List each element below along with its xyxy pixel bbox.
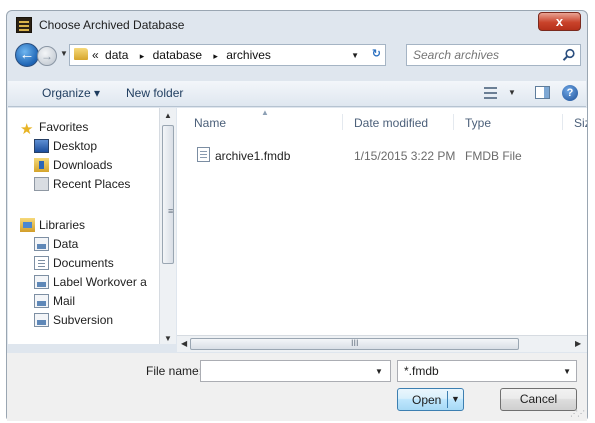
nav-item-documents[interactable]: Documents bbox=[34, 256, 114, 274]
organize-button[interactable]: Organize ▾ bbox=[42, 86, 100, 100]
file-date: 1/15/2015 3:22 PM bbox=[354, 149, 456, 163]
downloads-icon bbox=[34, 158, 49, 172]
breadcrumb-separator-icon[interactable]: ▸ bbox=[213, 51, 218, 61]
file-icon bbox=[197, 147, 210, 162]
views-icon[interactable] bbox=[484, 87, 504, 99]
dialog-footer: File name: ▼ *.fmdb ▼ Open ▼ Cancel ⋰⋰ bbox=[7, 353, 587, 421]
file-type: FMDB File bbox=[465, 149, 522, 163]
nav-item-downloads[interactable]: Downloads bbox=[34, 158, 112, 176]
navigation-pane: ★ Favorites Desktop Downloads Recent Plac… bbox=[8, 108, 176, 344]
breadcrumb-data[interactable]: data bbox=[105, 48, 128, 62]
desktop-icon bbox=[34, 139, 49, 153]
nav-item-recent-places[interactable]: Recent Places bbox=[34, 177, 130, 195]
nav-libraries[interactable]: Libraries bbox=[20, 218, 85, 236]
scroll-left-icon[interactable]: ◀ bbox=[181, 339, 187, 348]
recent-places-icon bbox=[34, 177, 49, 191]
column-header-name[interactable]: Name bbox=[194, 116, 226, 130]
folder-icon bbox=[74, 48, 88, 60]
file-type-filter[interactable]: *.fmdb ▼ bbox=[397, 360, 577, 382]
column-header-type[interactable]: Type bbox=[465, 116, 491, 130]
title-bar[interactable]: Choose Archived Database x bbox=[7, 11, 587, 39]
column-divider[interactable] bbox=[562, 114, 563, 130]
open-button-label: Open bbox=[412, 393, 442, 407]
file-name-dropdown-icon[interactable]: ▼ bbox=[375, 367, 383, 376]
open-options-icon[interactable]: ▼ bbox=[451, 394, 460, 404]
file-name-label: File name: bbox=[146, 364, 203, 378]
dialog-window: Choose Archived Database x ← → ▼ « data … bbox=[6, 10, 588, 421]
command-toolbar: Organize ▾ New folder ▼ ? bbox=[8, 81, 586, 107]
arrow-right-icon: → bbox=[41, 49, 53, 63]
file-horizontal-scrollbar[interactable]: ◀ III ▶ bbox=[177, 335, 587, 352]
address-dropdown-icon[interactable]: ▼ bbox=[351, 51, 359, 60]
nav-item-subversion[interactable]: Subversion bbox=[34, 313, 113, 331]
library-icon bbox=[34, 313, 49, 327]
address-bar-row: ← → ▼ « data ▸ database ▸ archives ▼ ↻ bbox=[13, 42, 583, 70]
nav-favorites[interactable]: ★ Favorites bbox=[20, 120, 88, 138]
preview-pane-icon[interactable] bbox=[535, 86, 550, 99]
star-icon: ★ bbox=[20, 121, 34, 138]
new-folder-button[interactable]: New folder bbox=[126, 86, 183, 100]
split-divider bbox=[447, 391, 448, 408]
arrow-left-icon: ← bbox=[19, 46, 35, 63]
column-divider[interactable] bbox=[453, 114, 454, 130]
scroll-right-icon[interactable]: ▶ bbox=[575, 339, 581, 348]
app-icon bbox=[16, 17, 32, 33]
breadcrumb-separator-icon[interactable]: ▸ bbox=[140, 51, 145, 61]
nav-vertical-scrollbar[interactable]: ▲ ≡ bbox=[159, 108, 176, 344]
library-icon bbox=[34, 294, 49, 308]
grip-icon: III bbox=[351, 338, 359, 348]
chevron-down-icon[interactable]: ▼ bbox=[563, 367, 571, 376]
file-list: Name ▲ Date modified Type Size archive1.… bbox=[177, 108, 587, 344]
documents-icon bbox=[34, 256, 49, 270]
nav-item-desktop[interactable]: Desktop bbox=[34, 139, 97, 157]
breadcrumb-database[interactable]: database bbox=[153, 48, 202, 62]
file-name: archive1.fmdb bbox=[215, 149, 291, 163]
scroll-thumb[interactable]: ≡ bbox=[162, 125, 174, 264]
file-name-input[interactable] bbox=[200, 360, 391, 382]
scroll-thumb[interactable]: III bbox=[190, 338, 519, 350]
nav-item-label-workover[interactable]: Label Workover a bbox=[34, 275, 147, 293]
nav-item-data[interactable]: Data bbox=[34, 237, 78, 255]
grip-icon: ≡ bbox=[168, 206, 174, 216]
forward-button[interactable]: → bbox=[37, 46, 57, 66]
scroll-down-icon[interactable]: ▼ bbox=[164, 334, 172, 343]
search-input[interactable] bbox=[413, 48, 553, 62]
file-type-filter-value: *.fmdb bbox=[404, 364, 439, 378]
nav-item-mail[interactable]: Mail bbox=[34, 294, 75, 312]
history-dropdown-icon[interactable]: ▼ bbox=[60, 49, 68, 58]
views-dropdown-icon[interactable]: ▼ bbox=[508, 88, 516, 97]
column-header-date[interactable]: Date modified bbox=[354, 116, 428, 130]
refresh-icon[interactable]: ↻ bbox=[372, 47, 381, 60]
open-button[interactable]: Open ▼ bbox=[397, 388, 464, 411]
back-button[interactable]: ← bbox=[15, 43, 39, 67]
breadcrumb-archives[interactable]: archives bbox=[226, 48, 271, 62]
library-icon bbox=[34, 275, 49, 289]
close-button[interactable]: x bbox=[538, 12, 581, 31]
help-icon[interactable]: ? bbox=[562, 85, 578, 101]
libraries-icon bbox=[20, 218, 35, 232]
library-icon bbox=[34, 237, 49, 251]
sort-ascending-icon: ▲ bbox=[261, 108, 269, 117]
column-divider[interactable] bbox=[342, 114, 343, 130]
breadcrumb[interactable]: « data ▸ database ▸ archives ▼ ↻ bbox=[69, 44, 386, 66]
breadcrumb-overflow[interactable]: « bbox=[92, 48, 99, 62]
resize-grip-icon[interactable]: ⋰⋰ bbox=[570, 409, 585, 418]
column-header-size[interactable]: Size bbox=[574, 116, 587, 130]
search-icon[interactable] bbox=[562, 48, 576, 62]
cancel-button[interactable]: Cancel bbox=[500, 388, 577, 411]
table-row[interactable]: archive1.fmdb 1/15/2015 3:22 PM FMDB Fil… bbox=[191, 145, 581, 165]
search-box[interactable] bbox=[406, 44, 581, 66]
window-title: Choose Archived Database bbox=[39, 18, 185, 32]
scroll-up-icon[interactable]: ▲ bbox=[164, 111, 172, 120]
